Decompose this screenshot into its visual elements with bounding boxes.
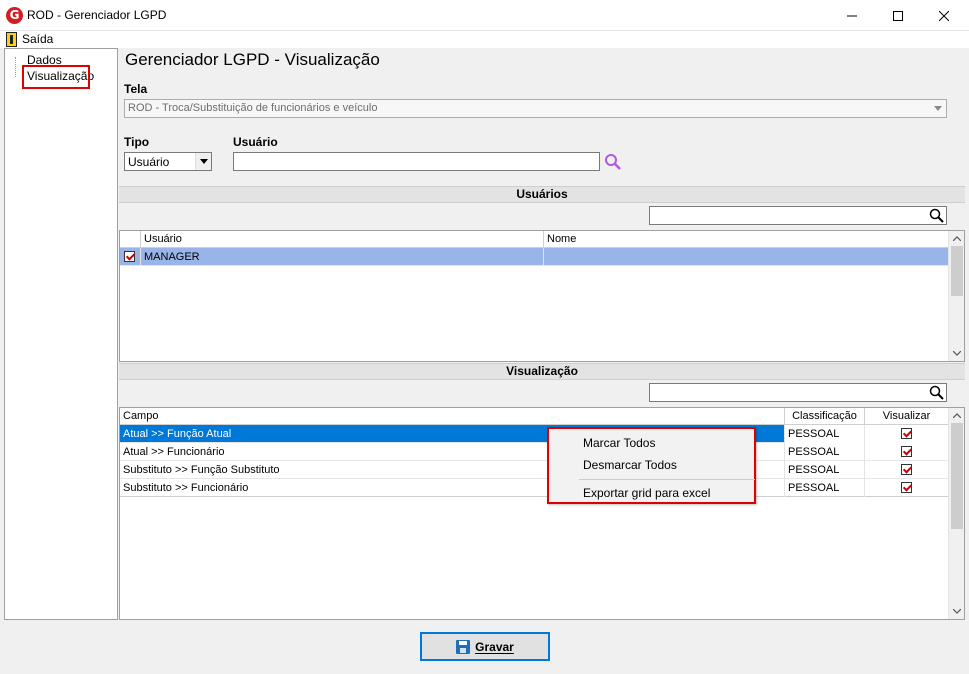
chevron-up-icon[interactable] [949,408,964,423]
search-icon[interactable] [929,385,944,400]
visualizacao-section-header: Visualização [119,363,965,380]
tipo-label: Tipo [124,135,150,149]
chevron-down-icon[interactable] [195,153,211,170]
scrollbar-thumb[interactable] [951,423,963,529]
visualizar-cell [865,443,949,461]
page-title: Gerenciador LGPD - Visualização [125,50,380,69]
column-header-nome[interactable]: Nome [544,231,949,248]
tipo-select-value: Usuário [128,155,170,169]
usuario-label: Usuário [233,135,278,149]
visualizacao-search-input[interactable] [649,383,947,402]
minimize-button[interactable] [829,0,875,31]
tela-select[interactable]: ROD - Troca/Substituição de funcionários… [124,99,947,118]
window-title: ROD - Gerenciador LGPD [27,8,167,22]
menu-bar: Saída [0,31,969,48]
tela-select-value: ROD - Troca/Substituição de funcionários… [128,102,378,114]
table-row[interactable]: MANAGER [120,248,949,266]
table-row[interactable]: Atual >> Função Atual PESSOAL [120,425,949,443]
classificacao-cell: PESSOAL [785,479,865,497]
save-button-label: Gravar [475,639,514,654]
visualizacao-grid-header: Campo Classificação Visualizar [120,408,949,425]
menu-item-marcar-todos[interactable]: Marcar Todos [583,436,655,450]
client-area: Dados Visualização Gerenciador LGPD - Vi… [0,48,969,674]
usuarios-grid: Usuário Nome MANAGER [119,230,965,362]
table-row[interactable]: Substituto >> Função Substituto PESSOAL [120,461,949,479]
chevron-down-icon[interactable] [930,100,946,117]
column-header-usuario[interactable]: Usuário [141,231,544,248]
minimize-icon [847,15,857,16]
chevron-up-icon[interactable] [949,231,964,246]
column-header-campo[interactable]: Campo [120,408,785,425]
tipo-select[interactable]: Usuário [124,152,212,171]
usuario-input[interactable] [233,152,600,171]
visualizar-checkbox[interactable] [901,464,912,475]
menu-item-exportar-excel[interactable]: Exportar grid para excel [583,486,710,500]
row-checkbox[interactable] [124,251,135,262]
usuarios-check-column [120,231,141,248]
scrollbar-thumb[interactable] [951,246,963,296]
visualizar-checkbox[interactable] [901,428,912,439]
close-button[interactable] [921,0,967,31]
maximize-button[interactable] [875,0,921,31]
chevron-down-icon[interactable] [949,346,964,361]
nome-cell [544,248,949,266]
row-checkbox-cell [120,248,141,266]
classificacao-cell: PESSOAL [785,425,865,443]
table-row[interactable]: Substituto >> Funcionário PESSOAL [120,479,949,497]
navigation-tree: Dados Visualização [4,48,118,620]
usuarios-scrollbar[interactable] [948,231,964,361]
visualizar-checkbox[interactable] [901,482,912,493]
visualizar-cell [865,479,949,497]
close-icon [939,10,949,21]
tela-label: Tela [124,82,148,96]
chevron-down-icon[interactable] [949,604,964,619]
visualizar-cell [865,425,949,443]
search-icon[interactable] [604,153,622,171]
floppy-disk-icon [456,639,471,654]
classificacao-cell: PESSOAL [785,443,865,461]
usuarios-search-input[interactable] [649,206,947,225]
table-row[interactable]: Atual >> Funcionário PESSOAL [120,443,949,461]
visualizar-cell [865,461,949,479]
title-bar: G ROD - Gerenciador LGPD [0,0,969,31]
classificacao-cell: PESSOAL [785,461,865,479]
usuarios-section-header: Usuários [119,186,965,203]
menu-separator [579,479,755,480]
app-logo-icon: G [6,7,23,24]
search-icon[interactable] [929,208,944,223]
visualizacao-scrollbar[interactable] [948,408,964,619]
save-button[interactable]: Gravar [420,632,550,661]
menu-item-desmarcar-todos[interactable]: Desmarcar Todos [583,458,677,472]
column-header-visualizar[interactable]: Visualizar [865,408,949,425]
maximize-icon [893,10,903,21]
visualizar-checkbox[interactable] [901,446,912,457]
visualizacao-grid: Campo Classificação Visualizar Atual >> … [119,407,965,620]
column-header-classificacao[interactable]: Classificação [785,408,865,425]
usuario-cell: MANAGER [141,248,544,266]
tree-selection-highlight [22,65,90,89]
exit-door-icon[interactable] [6,32,17,47]
context-menu: Marcar Todos Desmarcar Todos Exportar gr… [547,427,756,504]
menu-exit[interactable]: Saída [22,32,53,46]
usuarios-grid-header: Usuário Nome [120,231,949,248]
tree-connector [15,57,16,77]
